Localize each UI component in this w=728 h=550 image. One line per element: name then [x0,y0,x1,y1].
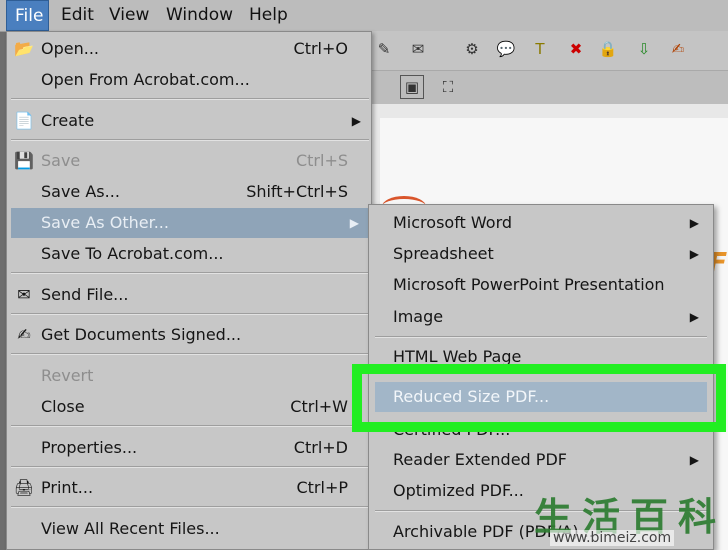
menu-window[interactable]: Window [158,0,241,31]
menu-item-save-as[interactable]: Save As... Shift+Ctrl+S [7,177,371,207]
menu-item-revert-label: Revert [41,366,94,385]
submenu-item-spreadsheet-label: Spreadsheet [393,244,494,263]
submenu-item-optimized-label: Optimized PDF... [393,481,524,500]
submenu-item-image[interactable]: Image ▶ [369,302,713,332]
signature-icon: ✍ [17,325,31,344]
shortcut-close: Ctrl+W [290,397,348,416]
submenu-separator [375,336,707,338]
sign-icon[interactable]: ✍ [666,37,690,61]
menu-item-save[interactable]: 💾 Save Ctrl+S [7,146,371,176]
shortcut-properties: Ctrl+D [293,438,348,457]
submenu-item-powerpoint-label: Microsoft PowerPoint Presentation [393,275,665,294]
menu-separator [11,353,369,355]
menu-item-create-label: Create [41,111,95,130]
menu-separator [11,98,369,100]
submenu-item-word-label: Microsoft Word [393,213,513,232]
envelope-icon: ✉ [17,285,31,304]
export-icon[interactable]: ⇩ [632,37,656,61]
menu-item-properties[interactable]: Properties... Ctrl+D [7,433,371,463]
menu-item-properties-label: Properties... [41,438,138,457]
menu-item-get-signed[interactable]: ✍ Get Documents Signed... [7,320,371,350]
menu-item-send-file[interactable]: ✉ Send File... [7,280,371,310]
menu-item-open-acrobat[interactable]: Open From Acrobat.com... [7,65,371,95]
menu-file[interactable]: File [6,0,49,31]
menu-separator [11,313,369,315]
edit-icon[interactable]: ✎ [372,37,396,61]
shortcut-save: Ctrl+S [295,151,348,170]
menu-item-close[interactable]: Close Ctrl+W [7,392,371,422]
submenu-item-reader-extended[interactable]: Reader Extended PDF ▶ [369,445,713,475]
menu-separator [11,272,369,274]
file-menu: 📂 Open... Ctrl+O Open From Acrobat.com..… [6,31,372,550]
submenu-arrow-icon: ▶ [689,216,699,230]
gear-icon[interactable]: ⚙ [460,37,484,61]
menu-item-save-label: Save [41,151,81,170]
menu-edit[interactable]: Edit [53,0,102,31]
highlight-callout-box [352,364,726,432]
save-disk-icon: 💾 [14,151,34,170]
menu-item-revert[interactable]: Revert [7,361,371,391]
menu-bar: File Edit View Window Help [0,0,728,32]
menu-item-save-as-other[interactable]: Save As Other... ▶ [11,208,369,238]
submenu-item-reader-extended-label: Reader Extended PDF [393,450,567,469]
submenu-arrow-icon: ▶ [689,247,699,261]
menu-item-save-as-other-label: Save As Other... [41,213,169,232]
delete-doc-icon[interactable]: ✖ [564,37,588,61]
submenu-arrow-icon: ▶ [349,216,359,230]
open-folder-icon: 📂 [14,39,34,58]
toolbar-secondary: ▣ ⛶ [372,70,728,105]
menu-item-recent-files-label: View All Recent Files... [41,519,220,538]
fit-page-icon[interactable]: ⛶ [436,75,460,99]
submenu-item-spreadsheet[interactable]: Spreadsheet ▶ [369,239,713,269]
menu-item-save-to-acrobat[interactable]: Save To Acrobat.com... [7,239,371,269]
menu-item-recent-files[interactable]: View All Recent Files... [7,514,371,544]
text-edit-icon[interactable]: T [528,37,552,61]
menu-item-save-as-label: Save As... [41,182,120,201]
menu-item-get-signed-label: Get Documents Signed... [41,325,242,344]
create-pdf-icon: 📄 [14,111,34,130]
submenu-arrow-icon: ▶ [689,310,699,324]
menu-item-print-label: Print... [41,478,94,497]
submenu-item-image-label: Image [393,307,444,326]
shortcut-open: Ctrl+O [293,39,348,58]
submenu-item-word[interactable]: Microsoft Word ▶ [369,208,713,238]
submenu-item-powerpoint[interactable]: Microsoft PowerPoint Presentation [369,270,713,300]
menu-separator [11,139,369,141]
submenu-arrow-icon: ▶ [351,114,361,128]
menu-view[interactable]: View [101,0,157,31]
menu-item-send-file-label: Send File... [41,285,129,304]
menu-item-save-to-acrobat-label: Save To Acrobat.com... [41,244,224,263]
menu-item-print[interactable]: 🖨 Print... Ctrl+P [7,473,371,503]
security-icon[interactable]: 🔒 [596,37,620,61]
watermark-url: www.bimeiz.com [550,530,675,546]
watermark: 生活百科 www.bimeiz.com [520,486,728,550]
menu-separator [11,466,369,468]
menu-item-open-label: Open... [41,39,99,58]
menu-help[interactable]: Help [241,0,296,31]
printer-icon: 🖨 [13,478,35,497]
shortcut-print: Ctrl+P [296,478,348,497]
save-disk-icon[interactable]: ▣ [400,75,424,99]
submenu-arrow-icon: ▶ [689,453,699,467]
email-icon[interactable]: ✉ [406,37,430,61]
menu-item-create[interactable]: 📄 Create ▶ [7,106,371,136]
menu-separator [11,506,369,508]
menu-item-open[interactable]: 📂 Open... Ctrl+O [7,34,371,64]
menu-separator [11,425,369,427]
menu-item-open-acrobat-label: Open From Acrobat.com... [41,70,250,89]
menu-item-close-label: Close [41,397,85,416]
comment-icon[interactable]: 💬 [494,37,518,61]
shortcut-save-as: Shift+Ctrl+S [246,182,348,201]
